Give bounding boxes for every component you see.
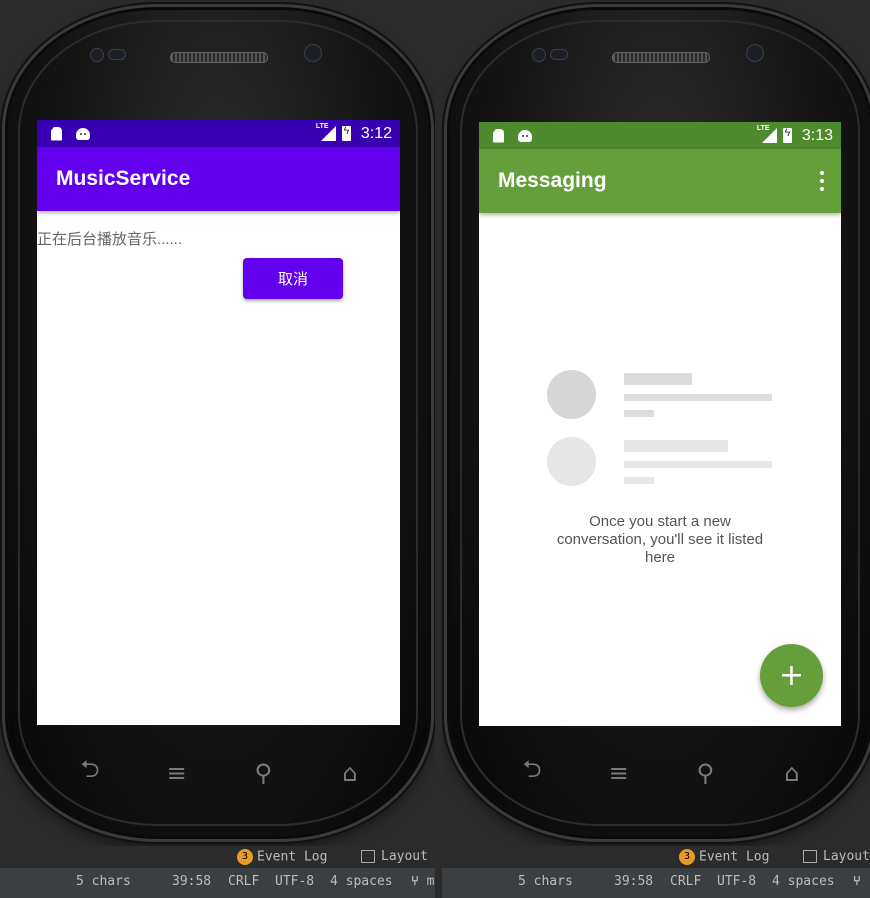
empty-state-message: Once you start a new conversation, you'l… [556, 513, 764, 566]
device-screen[interactable]: LTE 3:12 MusicService 正在后台播放音乐...... 取消 [37, 120, 400, 725]
lte-signal-icon: LTE [316, 123, 336, 141]
earpiece-speaker [170, 52, 268, 63]
sensor-icon [108, 49, 126, 60]
more-options-icon[interactable] [819, 171, 825, 191]
placeholder-avatar [547, 437, 596, 486]
git-branch[interactable]: ⑂ [853, 874, 861, 889]
event-log-button[interactable]: 3 Event Log [237, 849, 327, 865]
file-encoding[interactable]: UTF-8 [717, 874, 756, 889]
cancel-button[interactable]: 取消 [243, 258, 343, 299]
layout-inspector-icon [361, 850, 375, 863]
hardware-nav-keys: ⮌ ≡ ⚲ ⌂ [70, 752, 370, 793]
ide-status-bar: 5 chars 39:58 CRLF UTF-8 4 spaces ⑂ m [0, 868, 435, 898]
selection-chars: 5 chars [518, 874, 573, 889]
placeholder-line [624, 477, 654, 484]
search-icon[interactable]: ⚲ [243, 759, 283, 787]
menu-icon[interactable]: ≡ [599, 759, 639, 787]
menu-icon[interactable]: ≡ [157, 759, 197, 787]
status-clock: 3:12 [360, 124, 392, 142]
git-branch[interactable]: ⑂ m [411, 874, 434, 889]
home-icon[interactable]: ⌂ [330, 759, 370, 787]
placeholder-line [624, 440, 728, 452]
android-debug-icon [518, 129, 532, 142]
sensor-icon [550, 49, 568, 60]
file-encoding[interactable]: UTF-8 [275, 874, 314, 889]
status-bar: LTE 3:12 [37, 120, 400, 147]
placeholder-line [624, 373, 692, 385]
back-icon[interactable]: ⮌ [70, 752, 110, 793]
status-clock: 3:13 [801, 126, 833, 144]
battery-charging-icon [782, 127, 792, 143]
lte-signal-icon: LTE [757, 125, 777, 143]
layout-button[interactable]: Layout [803, 849, 870, 864]
android-debug-icon [76, 127, 90, 140]
search-icon[interactable]: ⚲ [685, 759, 725, 787]
left-emulator-panel: LTE 3:12 MusicService 正在后台播放音乐...... 取消 … [0, 0, 435, 898]
app-title: Messaging [498, 169, 607, 192]
event-count-badge: 3 [237, 849, 253, 865]
home-icon[interactable]: ⌂ [772, 759, 812, 787]
right-emulator-panel: LTE 3:13 Messaging Once you start a new … [442, 0, 870, 898]
branch-icon: ⑂ [853, 874, 861, 889]
ide-toolwindow-bar: 3 Event Log Layout [0, 846, 435, 868]
front-camera-icon [746, 44, 764, 62]
app-bar: MusicService [37, 147, 400, 211]
new-conversation-button[interactable]: + [760, 644, 823, 707]
battery-charging-icon [341, 125, 351, 141]
placeholder-line [624, 394, 772, 401]
playing-message: 正在后台播放音乐...... [37, 231, 183, 248]
layout-button[interactable]: Layout [361, 849, 428, 864]
placeholder-line [624, 461, 772, 468]
line-separator[interactable]: CRLF [670, 874, 701, 889]
app-bar: Messaging [479, 149, 841, 213]
caret-position[interactable]: 39:58 [172, 874, 211, 889]
branch-icon: ⑂ [411, 874, 419, 889]
layout-inspector-icon [803, 850, 817, 863]
app-title: MusicService [56, 167, 191, 190]
earpiece-speaker [612, 52, 710, 63]
sd-card-icon [51, 126, 62, 141]
ide-toolwindow-bar: 3 Event Log Layout [442, 846, 870, 868]
line-separator[interactable]: CRLF [228, 874, 259, 889]
device-screen[interactable]: LTE 3:13 Messaging Once you start a new … [479, 122, 841, 726]
sd-card-icon [493, 128, 504, 143]
ide-status-bar: 5 chars 39:58 CRLF UTF-8 4 spaces ⑂ [442, 868, 870, 898]
back-icon[interactable]: ⮌ [512, 752, 552, 793]
hardware-nav-keys: ⮌ ≡ ⚲ ⌂ [512, 752, 812, 793]
placeholder-avatar [547, 370, 596, 419]
sensor-icon [90, 48, 104, 62]
front-camera-icon [304, 44, 322, 62]
caret-position[interactable]: 39:58 [614, 874, 653, 889]
status-bar: LTE 3:13 [479, 122, 841, 149]
event-count-badge: 3 [679, 849, 695, 865]
indent-setting[interactable]: 4 spaces [330, 874, 393, 889]
placeholder-line [624, 410, 654, 417]
indent-setting[interactable]: 4 spaces [772, 874, 835, 889]
selection-chars: 5 chars [76, 874, 131, 889]
sensor-icon [532, 48, 546, 62]
event-log-button[interactable]: 3 Event Log [679, 849, 769, 865]
